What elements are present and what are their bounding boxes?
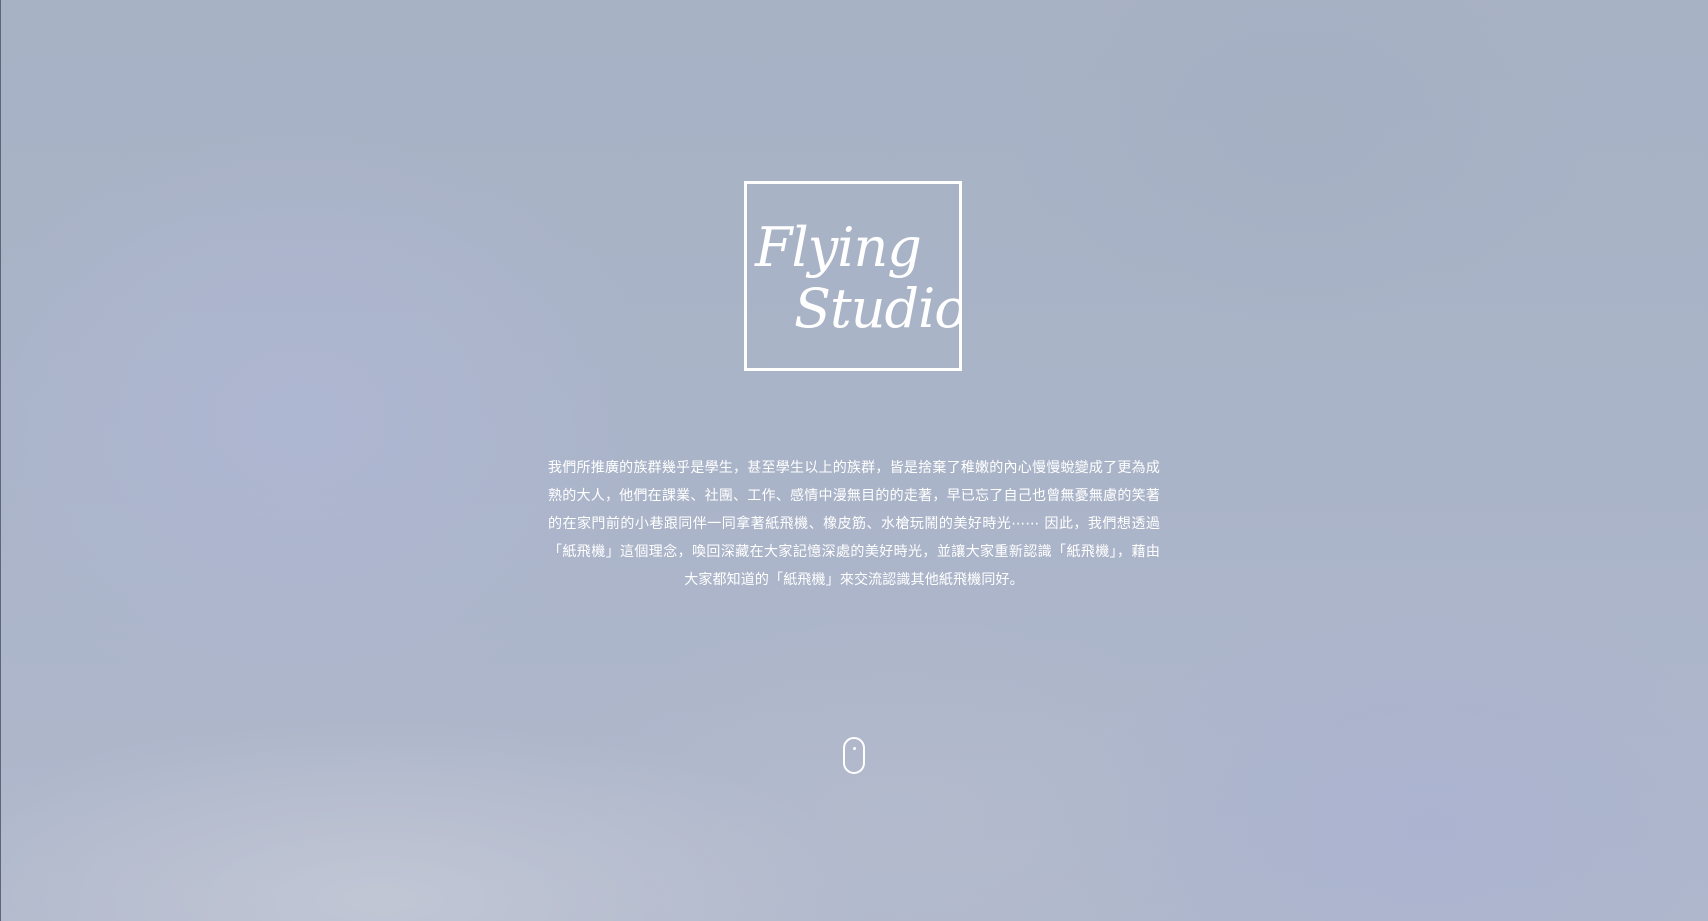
logo-graphic: Flying Studio [754,216,959,340]
scroll-wheel-dot [853,747,856,750]
logo-line-2: Studio [794,277,959,340]
mouse-scroll-icon[interactable] [843,737,865,774]
intro-paragraph: 我們所推廣的族群幾乎是學生，甚至學生以上的族群，皆是捨棄了稚嫩的內心慢慢蛻變成了… [548,460,1160,588]
flying-studio-logo[interactable]: Flying Studio [744,181,962,371]
logo-line-1: Flying [754,216,921,279]
window-edge [0,0,1,921]
hero-section: Flying Studio 我們所推廣的族群幾乎是學生，甚至學生以上的族群，皆是… [0,0,1708,921]
